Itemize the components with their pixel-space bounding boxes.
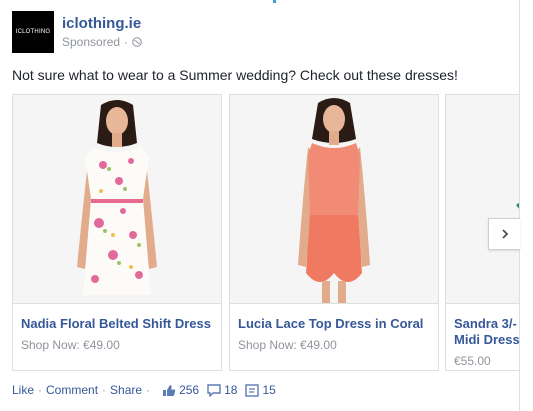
post-meta: iclothing.ie Sponsored ·: [62, 11, 142, 53]
comments-stat[interactable]: 18: [207, 383, 237, 397]
page-name-link[interactable]: iclothing.ie: [62, 15, 142, 32]
product-title[interactable]: Nadia Floral Belted Shift Dress: [21, 316, 213, 332]
share-link[interactable]: Share: [110, 383, 142, 397]
post-header: ICLOTHING iclothing.ie Sponsored ·: [12, 11, 142, 53]
shares-stat[interactable]: 15: [245, 383, 276, 397]
product-photo[interactable]: [13, 95, 221, 303]
likes-stat[interactable]: 256: [162, 383, 199, 397]
globe-icon: [132, 37, 142, 47]
product-carousel: Nadia Floral Belted Shift Dress Shop Now…: [12, 94, 519, 371]
coral-dress-model-image: [230, 95, 438, 303]
post-actions-bar: Like · Comment · Share · 256 18 15: [12, 383, 276, 397]
chevron-right-icon: [501, 229, 508, 239]
likes-count: 256: [179, 383, 200, 397]
logo-text: ICLOTHING: [15, 29, 51, 35]
product-photo[interactable]: [446, 95, 519, 303]
feed-right-border: [519, 0, 520, 411]
carousel-card[interactable]: Lucia Lace Top Dress in Coral Shop Now: …: [229, 94, 439, 371]
like-link[interactable]: Like: [12, 383, 34, 397]
post-text: Not sure what to wear to a Summer weddin…: [12, 67, 458, 83]
separator-dot: ·: [102, 383, 107, 397]
product-price: €55.00: [454, 354, 491, 368]
shares-count: 15: [262, 383, 276, 397]
page-logo[interactable]: ICLOTHING: [12, 11, 54, 53]
top-accent-mark: [273, 0, 276, 3]
sponsored-label[interactable]: Sponsored: [62, 35, 120, 49]
card-info: Nadia Floral Belted Shift Dress Shop Now…: [13, 303, 221, 370]
separator-dot: ·: [146, 383, 151, 397]
product-title[interactable]: Sandra 3/- Midi Dress: [454, 316, 519, 348]
product-title-line2: Midi Dress: [454, 332, 519, 347]
carousel-next-button[interactable]: [488, 218, 520, 250]
product-title-line1: Sandra 3/-: [454, 316, 517, 331]
product-photo[interactable]: [230, 95, 438, 303]
floral-dress-model-image: [13, 95, 221, 303]
carousel-card[interactable]: Nadia Floral Belted Shift Dress Shop Now…: [12, 94, 222, 371]
partial-dress-image: [446, 95, 519, 303]
comment-link[interactable]: Comment: [46, 383, 98, 397]
sponsored-row: Sponsored ·: [62, 35, 142, 49]
card-info: Lucia Lace Top Dress in Coral Shop Now: …: [230, 303, 438, 370]
comment-icon: [207, 383, 221, 397]
share-icon: [245, 383, 260, 397]
product-price: Shop Now: €49.00: [21, 338, 120, 352]
comments-count: 18: [224, 383, 238, 397]
product-price: Shop Now: €49.00: [238, 338, 337, 352]
product-title[interactable]: Lucia Lace Top Dress in Coral: [238, 316, 430, 332]
card-info: Sandra 3/- Midi Dress €55.00: [446, 303, 519, 370]
separator-dot: ·: [38, 383, 43, 397]
separator-dot: ·: [124, 35, 129, 49]
thumbs-up-icon: [163, 384, 176, 396]
